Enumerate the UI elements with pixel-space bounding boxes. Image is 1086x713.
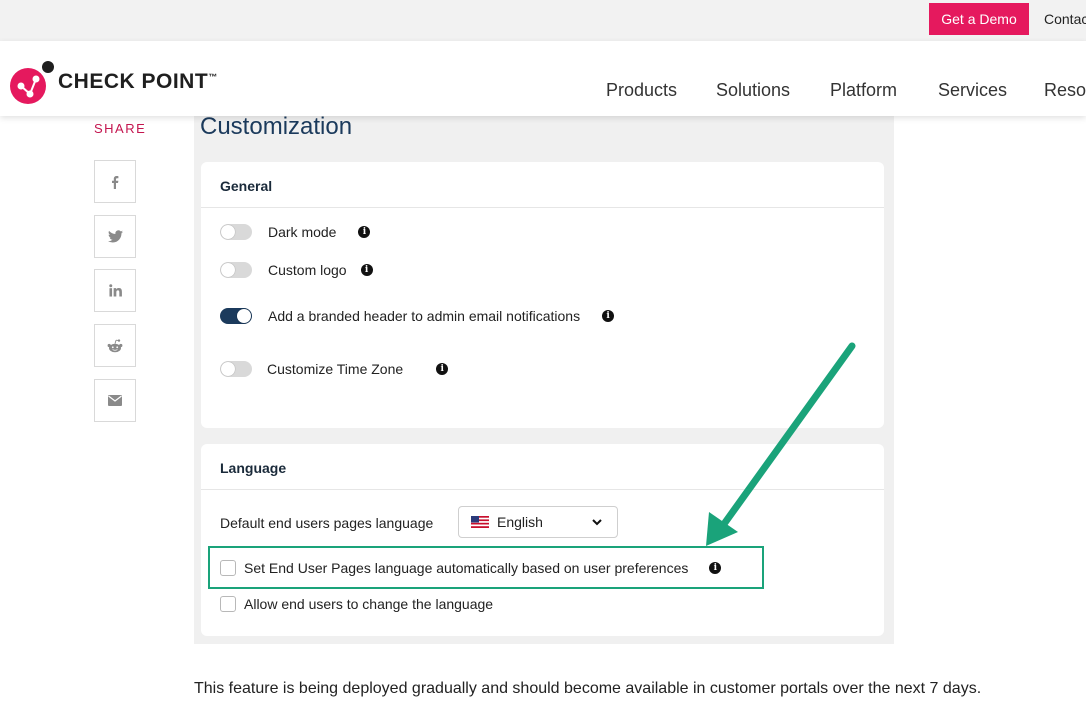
custom-logo-row: Custom logo i — [220, 262, 373, 278]
main-nav: Products Solutions Platform Services Res… — [606, 80, 1086, 101]
facebook-icon — [112, 175, 119, 189]
selected-language: English — [497, 514, 543, 530]
info-icon[interactable]: i — [602, 310, 615, 322]
language-card-title: Language — [220, 460, 287, 476]
nav-resources[interactable]: Resou — [1044, 80, 1086, 101]
custom-logo-label: Custom logo — [268, 262, 347, 278]
share-label: SHARE — [94, 121, 147, 136]
dark-mode-label: Dark mode — [268, 224, 337, 240]
allow-change-checkbox[interactable] — [220, 596, 236, 612]
share-twitter-button[interactable] — [94, 215, 136, 258]
check-point-logo[interactable]: CHECK POINT™ — [8, 59, 218, 105]
linkedin-icon — [108, 284, 122, 297]
reddit-icon — [107, 338, 123, 352]
nav-platform[interactable]: Platform — [830, 80, 938, 101]
chevron-down-icon — [592, 519, 602, 526]
custom-logo-toggle[interactable] — [220, 262, 252, 278]
time-zone-label: Customize Time Zone — [267, 361, 404, 377]
time-zone-row: Customize Time Zone i — [220, 361, 449, 377]
allow-change-row: Allow end users to change the language — [220, 596, 493, 612]
deployment-note: This feature is being deployed gradually… — [194, 680, 982, 697]
branded-header-toggle[interactable] — [220, 308, 252, 324]
twitter-icon — [107, 230, 123, 243]
general-card-title: General — [220, 178, 273, 194]
branded-header-label: Add a branded header to admin email noti… — [268, 308, 581, 324]
share-facebook-button[interactable] — [94, 160, 136, 203]
nav-products[interactable]: Products — [606, 80, 716, 101]
language-select[interactable]: English — [458, 506, 618, 538]
check-point-logo-icon — [10, 61, 54, 104]
time-zone-toggle[interactable] — [220, 361, 252, 377]
default-language-label: Default end users pages language — [220, 515, 434, 531]
branded-header-row: Add a branded header to admin email noti… — [220, 308, 615, 324]
divider — [201, 207, 884, 208]
get-a-demo-button[interactable]: Get a Demo — [929, 3, 1029, 35]
general-card: General Dark mode i Custom logo i Add a … — [201, 162, 884, 428]
logo-wordmark: CHECK POINT™ — [58, 70, 218, 93]
page-title: Customization — [200, 113, 353, 140]
highlight-annotation-box — [208, 546, 764, 589]
info-icon[interactable]: i — [358, 226, 371, 238]
contact-link[interactable]: Contac — [1044, 11, 1086, 27]
divider — [201, 489, 884, 490]
share-linkedin-button[interactable] — [94, 269, 136, 312]
us-flag-icon — [471, 516, 489, 528]
info-icon[interactable]: i — [360, 264, 373, 276]
dark-mode-toggle[interactable] — [220, 224, 252, 240]
nav-solutions[interactable]: Solutions — [716, 80, 830, 101]
site-header: CHECK POINT™ Products Solutions Platform… — [0, 41, 1086, 116]
language-card: Language Default end users pages languag… — [201, 444, 884, 636]
dark-mode-row: Dark mode i — [220, 224, 371, 240]
email-icon — [108, 395, 122, 406]
share-email-button[interactable] — [94, 379, 136, 422]
allow-change-label: Allow end users to change the language — [244, 596, 494, 612]
share-reddit-button[interactable] — [94, 324, 136, 367]
info-icon[interactable]: i — [436, 363, 449, 375]
top-utility-bar: Get a Demo Contac — [0, 0, 1086, 41]
nav-services[interactable]: Services — [938, 80, 1044, 101]
